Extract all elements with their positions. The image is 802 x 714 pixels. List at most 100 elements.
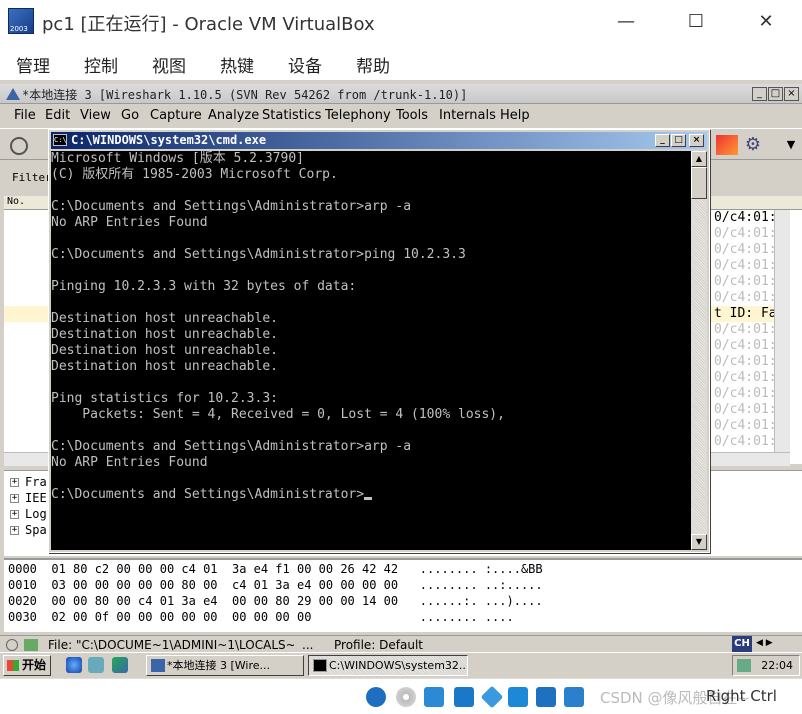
ws-menu-go[interactable]: Go: [121, 108, 139, 123]
wireshark-close-button[interactable]: ×: [784, 87, 799, 101]
start-button[interactable]: 开始: [3, 655, 51, 676]
cmd-titlebar[interactable]: C:\ C:\WINDOWS\system32\cmd.exe _ □ ×: [51, 132, 707, 149]
status-file: File: "C:\DOCUME~1\ADMINI~1\LOCALS~...: [48, 638, 294, 652]
menu-manage[interactable]: 管理: [16, 52, 50, 77]
host-key-label: Right Ctrl: [706, 687, 777, 705]
desktop-icon[interactable]: [88, 657, 104, 673]
scroll-thumb[interactable]: [691, 167, 707, 199]
optical-drive-icon[interactable]: [396, 687, 416, 707]
console-line: No ARP Entries Found: [51, 455, 208, 470]
tree-item-ieee[interactable]: + IEE: [10, 491, 47, 505]
console-line: Destination host unreachable.: [51, 327, 278, 342]
menu-devices[interactable]: 设备: [288, 52, 322, 77]
wireshark-menubar: File Edit View Go Capture Analyze Statis…: [0, 105, 802, 127]
console-line: C:\Documents and Settings\Administrator>…: [51, 247, 466, 262]
display-icon[interactable]: [536, 687, 556, 707]
console-line: Ping statistics for 10.2.3.3:: [51, 391, 278, 406]
ws-menu-analyze[interactable]: Analyze: [208, 108, 259, 123]
scroll-down-icon[interactable]: ▼: [691, 534, 707, 550]
task-cmd[interactable]: C:\WINDOWS\system32...: [308, 655, 468, 676]
ime-indicator[interactable]: CH: [732, 636, 752, 652]
system-tray: 22:04: [732, 655, 800, 676]
vbox-statusbar: CSDN @像风般自在~ Right Ctrl: [0, 678, 802, 714]
ie-icon[interactable]: [66, 657, 82, 673]
console-line: Destination host unreachable.: [51, 359, 278, 374]
ws-menu-telephony[interactable]: Telephony: [325, 108, 391, 123]
audio-icon[interactable]: [424, 687, 444, 707]
console-line: C:\Documents and Settings\Administrator>…: [51, 439, 412, 454]
guest-screen[interactable]: *本地连接 3 [Wireshark 1.10.5 (SVN Rev 54262…: [0, 80, 802, 678]
status-packets: ...: [302, 638, 314, 652]
console-prompt[interactable]: C:\Documents and Settings\Administrator>: [51, 487, 373, 503]
filter-label: Filter: [12, 171, 52, 184]
console-line: Packets: Sent = 4, Received = 0, Lost = …: [51, 407, 505, 422]
wireshark-minimize-button[interactable]: _: [752, 87, 767, 101]
packet-list-scrollbar[interactable]: [774, 210, 790, 464]
close-button[interactable]: ✕: [746, 8, 786, 36]
wireshark-task-icon: [151, 659, 165, 672]
network-icon[interactable]: [737, 659, 751, 672]
hex-line: 0020 00 00 80 00 c4 01 3a e4 00 00 80 29…: [8, 594, 543, 608]
window-title: pc1 [正在运行] - Oracle VM VirtualBox: [42, 14, 375, 35]
hard-disk-icon[interactable]: [366, 687, 386, 707]
console-line: (C) 版权所有 1985-2003 Microsoft Corp.: [51, 167, 338, 182]
ws-menu-file[interactable]: File: [14, 108, 36, 123]
ws-menu-capture[interactable]: Capture: [150, 108, 202, 123]
expand-icon: +: [10, 477, 19, 487]
interfaces-icon[interactable]: [10, 137, 28, 155]
menu-view[interactable]: 视图: [152, 52, 186, 77]
ws-menu-statistics[interactable]: Statistics: [262, 108, 321, 123]
preferences-icon[interactable]: ⚙: [742, 135, 764, 155]
menu-help[interactable]: 帮助: [356, 52, 390, 77]
cmd-maximize-button[interactable]: □: [671, 134, 686, 147]
clock[interactable]: 22:04: [761, 659, 793, 672]
network-adapter-icon[interactable]: [454, 687, 474, 707]
minimize-button[interactable]: —: [606, 8, 646, 36]
console-output[interactable]: Microsoft Windows [版本 5.2.3790] (C) 版权所有…: [51, 151, 691, 550]
tree-item-logical-link[interactable]: + Log: [10, 507, 47, 521]
scroll-up-icon[interactable]: ▲: [691, 151, 707, 167]
task-wireshark[interactable]: *本地连接 3 [Wire...: [146, 655, 304, 676]
wireshark-quicklaunch-icon[interactable]: [112, 657, 128, 673]
coloring-rules-icon[interactable]: [716, 135, 738, 155]
virtualbox-logo-icon: 2003: [8, 8, 34, 34]
hex-line: 0030 02 00 0f 00 00 00 00 00 00 00 00 00…: [8, 610, 514, 624]
ime-arrows-icon[interactable]: ◀ ▶: [756, 638, 773, 648]
vbox-titlebar: 2003 pc1 [正在运行] - Oracle VM VirtualBox —…: [0, 0, 802, 44]
console-line: Pinging 10.2.3.3 with 32 bytes of data:: [51, 279, 357, 294]
expert-info-icon[interactable]: [6, 639, 18, 651]
capture-comment-icon[interactable]: [24, 639, 38, 651]
packet-bytes-pane[interactable]: 0000 01 80 c2 00 00 00 c4 01 3a e4 f1 00…: [4, 558, 802, 632]
ws-menu-tools[interactable]: Tools: [396, 108, 428, 123]
menu-control[interactable]: 控制: [84, 52, 118, 77]
maximize-button[interactable]: ☐: [676, 8, 716, 36]
ws-menu-edit[interactable]: Edit: [45, 108, 70, 123]
windows-taskbar: 开始 *本地连接 3 [Wire... C:\WINDOWS\system32.…: [0, 652, 802, 678]
cmd-scrollbar[interactable]: ▲ ▼: [691, 151, 707, 550]
expand-icon: +: [10, 493, 19, 503]
column-no[interactable]: No.: [7, 196, 25, 207]
usb-icon[interactable]: [480, 685, 504, 709]
hex-line: 0010 03 00 00 00 00 00 80 00 c4 01 3a e4…: [8, 578, 543, 592]
console-line: No ARP Entries Found: [51, 215, 208, 230]
cmd-window[interactable]: C:\ C:\WINDOWS\system32\cmd.exe _ □ × Mi…: [48, 129, 710, 553]
ws-menu-internals[interactable]: Internals: [439, 108, 496, 123]
ws-menu-view[interactable]: View: [80, 108, 111, 123]
menu-hotkeys[interactable]: 热键: [220, 52, 254, 77]
status-profile[interactable]: Profile: Default: [334, 638, 423, 652]
ws-menu-help[interactable]: Help: [500, 108, 530, 123]
recording-icon[interactable]: [564, 687, 584, 707]
wireshark-maximize-button[interactable]: □: [768, 87, 783, 101]
tree-item-frame[interactable]: + Fra: [10, 475, 47, 489]
shared-folders-icon[interactable]: [508, 687, 528, 707]
console-line: C:\Documents and Settings\Administrator>…: [51, 199, 412, 214]
cmd-minimize-button[interactable]: _: [655, 134, 670, 147]
wireshark-title: *本地连接 3 [Wireshark 1.10.5 (SVN Rev 54262…: [22, 88, 468, 102]
cmd-task-icon: [313, 659, 327, 672]
expand-icon: +: [10, 525, 19, 535]
cmd-close-button[interactable]: ×: [689, 134, 704, 147]
windows-flag-icon: [7, 660, 19, 671]
toolbar-more-icon[interactable]: ▼: [780, 135, 802, 155]
wireshark-titlebar: *本地连接 3 [Wireshark 1.10.5 (SVN Rev 54262…: [0, 84, 802, 104]
tree-item-spanning-tree[interactable]: + Spa: [10, 523, 47, 537]
